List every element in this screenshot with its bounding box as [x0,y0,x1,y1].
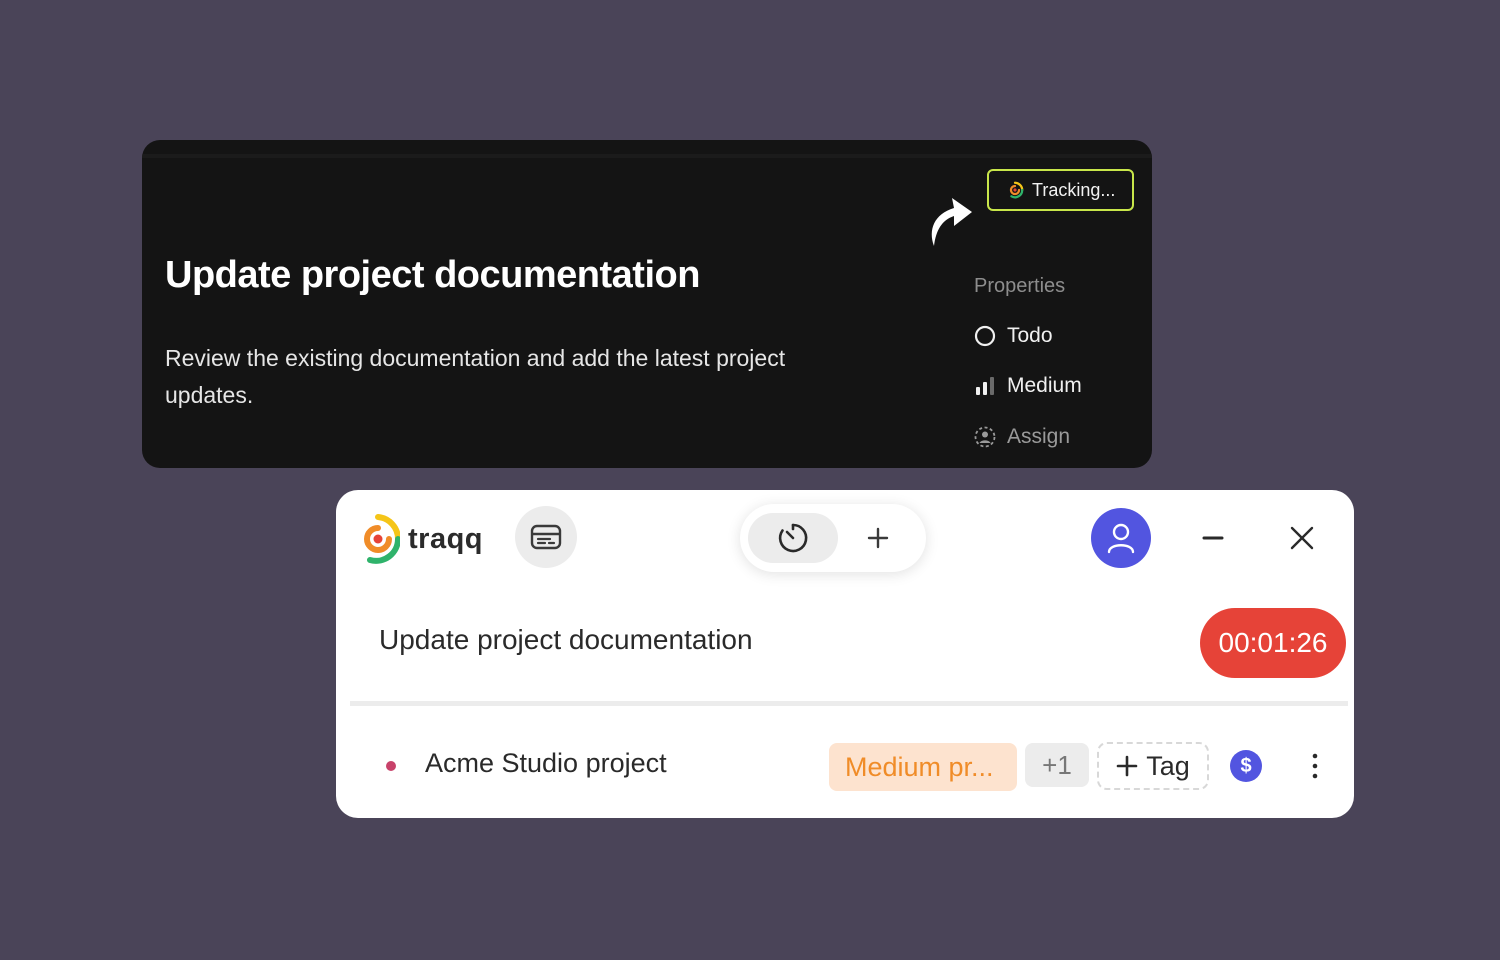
status-property[interactable]: Todo [974,324,1053,348]
close-icon [1290,526,1314,550]
minimize-button[interactable] [1193,518,1233,558]
section-divider [350,701,1348,706]
add-entry-button[interactable] [858,518,898,558]
user-icon [1107,523,1135,554]
task-description: Review the existing documentation and ad… [165,345,786,408]
more-options-button[interactable] [1300,746,1330,786]
more-tags-badge[interactable]: +1 [1025,743,1089,787]
minus-icon [1202,536,1224,540]
signal-bars-icon [976,377,994,395]
current-task-title[interactable]: Update project documentation [379,624,753,656]
timer-mode-switch [740,504,926,572]
card-icon [530,524,562,550]
tracking-button[interactable]: Tracking... [987,169,1134,211]
properties-heading: Properties [974,275,1066,297]
traqq-logo-icon [1009,181,1024,199]
assign-label: Assign [1007,425,1071,448]
project-name[interactable]: Acme Studio project [425,748,667,779]
task-detail-card: Update project documentation Review the … [142,140,1152,468]
add-tag-label: Tag [1146,750,1190,781]
curved-arrow-icon [931,198,972,246]
status-label: Todo [1007,324,1053,347]
assign-property[interactable]: Assign [974,425,1070,449]
traqq-logo: traqq [358,514,483,564]
card-top-divider [142,154,1152,158]
user-dashed-icon [974,426,996,448]
close-button[interactable] [1282,518,1322,558]
circle-icon [974,325,996,347]
more-vertical-icon [1312,753,1318,779]
task-title: Update project documentation [165,254,700,296]
timer-mode-button[interactable] [748,513,838,563]
priority-tag[interactable]: Medium pr... [829,743,1017,791]
priority-property[interactable]: Medium [974,374,1082,398]
traqq-widget: traqq Update project documentation 00:01… [336,490,1354,818]
dollar-icon[interactable]: $ [1230,750,1262,782]
plus-icon [867,527,889,549]
card-view-button[interactable] [515,506,577,568]
tracking-label: Tracking... [1032,179,1116,200]
stopwatch-icon [778,523,808,553]
traqq-logo-icon [364,514,400,564]
priority-label: Medium [1007,374,1082,397]
user-avatar-button[interactable] [1091,508,1151,568]
plus-icon [1116,755,1138,777]
project-color-dot [386,761,396,771]
logo-text: traqq [408,522,483,555]
timer-display[interactable]: 00:01:26 [1200,608,1346,678]
add-tag-button[interactable]: Tag [1097,742,1209,790]
